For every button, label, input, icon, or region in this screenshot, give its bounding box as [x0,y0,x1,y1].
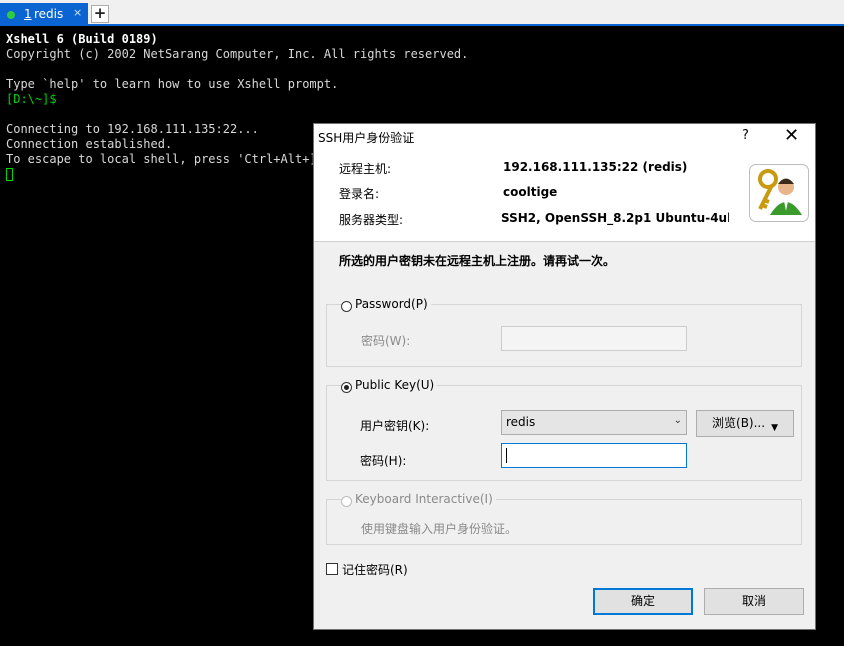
terminal-line: Connecting to 192.168.111.135:22... [6,122,259,136]
browse-button-label: 浏览(B)... [712,416,766,430]
dialog-titlebar: SSH用户身份验证 ? ✕ [314,124,815,150]
user-key-select[interactable]: redis ⌄ [501,410,687,435]
chevron-down-icon: ⌄ [673,415,682,426]
public-key-group: Public Key(U) 用户密钥(K): redis ⌄ 浏览(B)... ▼… [326,378,802,481]
user-key-icon [749,164,809,222]
keyboard-interactive-radio[interactable] [341,496,352,507]
new-tab-button[interactable]: + [91,5,109,23]
dialog-title: SSH用户身份验证 [318,131,415,145]
tab-close-icon[interactable]: × [73,6,82,19]
tab-number: 1 [24,7,32,21]
terminal-line: Type `help' to learn how to use Xshell p… [6,77,339,91]
remember-password-checkbox[interactable] [326,563,338,575]
user-key-value: redis [506,415,536,429]
remote-host-label: 远程主机: [339,162,392,176]
help-button[interactable]: ? [742,128,749,143]
connection-status-icon [7,11,15,19]
keyboard-interactive-hint: 使用键盘输入用户身份验证。 [361,522,518,536]
ok-button[interactable]: 确定 [593,588,693,615]
terminal-prompt: [D:\~]$ [6,92,57,106]
ssh-auth-dialog: SSH用户身份验证 ? ✕ 远程主机: 192.168.111.135:22 (… [313,123,816,630]
close-button[interactable]: ✕ [784,125,799,146]
public-key-radio[interactable] [341,382,352,393]
cancel-button[interactable]: 取消 [704,588,804,615]
tab-bar: 1 redis × + [0,0,844,26]
error-message: 所选的用户密钥未在远程主机上注册。请再试一次。 [339,254,616,268]
terminal-line: Xshell 6 (Build 0189) [6,32,158,46]
password-option-label[interactable]: Password(P) [352,297,431,311]
browse-button[interactable]: 浏览(B)... ▼ [696,410,794,437]
tab-label: redis [34,7,64,21]
text-caret [506,448,507,463]
tab-redis[interactable]: 1 redis × [0,3,88,26]
server-type-label: 服务器类型: [339,213,404,227]
connection-info-panel: 远程主机: 192.168.111.135:22 (redis) 登录名: co… [314,150,815,242]
password-input[interactable] [501,326,687,351]
remember-password-label[interactable]: 记住密码(R) [342,561,408,578]
password-group: Password(P) 密码(W): [326,297,802,367]
login-name-label: 登录名: [339,187,380,201]
terminal-line: To escape to local shell, press 'Ctrl+Al… [6,152,332,166]
terminal-cursor [6,168,13,181]
public-key-option-label[interactable]: Public Key(U) [352,378,438,392]
passphrase-input[interactable] [501,443,687,468]
terminal-line: Connection established. [6,137,173,151]
keyboard-interactive-label[interactable]: Keyboard Interactive(I) [352,492,496,506]
passphrase-label: 密码(H): [360,454,407,468]
server-type-value: SSH2, OpenSSH_8.2p1 Ubuntu-4ubuntu0.5 [501,211,729,225]
password-radio[interactable] [341,301,352,312]
terminal-line: Copyright (c) 2002 NetSarang Computer, I… [6,47,469,61]
remote-host-value: 192.168.111.135:22 (redis) [503,160,688,174]
user-key-label: 用户密钥(K): [360,419,430,433]
keyboard-interactive-group: Keyboard Interactive(I) 使用键盘输入用户身份验证。 [326,492,802,545]
dropdown-arrow-icon: ▼ [771,423,778,433]
login-name-value: cooltige [503,185,558,199]
password-field-label: 密码(W): [361,334,411,348]
